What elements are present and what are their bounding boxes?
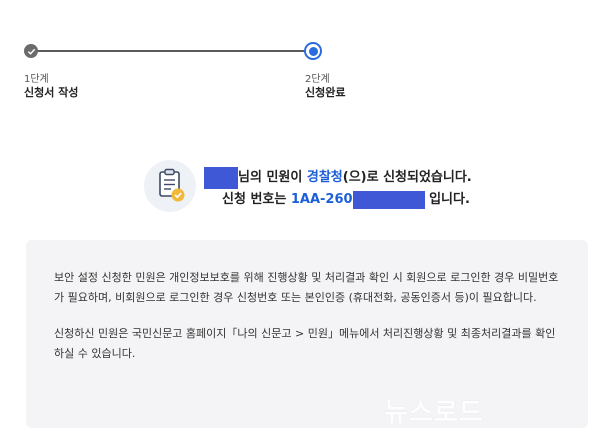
result-line-2: 신청 번호는 1AA-260 입니다. xyxy=(222,188,470,209)
notice-box: 보안 설정 신청한 민원은 개인정보보호를 위해 진행상황 및 처리결과 확인 … xyxy=(26,240,588,428)
progress-stepper: 1단계 신청서 작성 2단계 신청완료 xyxy=(0,0,600,110)
clipboard-check-icon xyxy=(144,160,196,212)
step-2-number: 2단계 xyxy=(305,74,330,85)
news-watermark: 뉴스로드 xyxy=(384,398,484,428)
notice-paragraph-status: 신청하신 민원은 국민신문고 홈페이지「나의 신문고 > 민원」메뉴에서 처리진… xyxy=(54,327,556,360)
step-2-name: 신청완료 xyxy=(305,86,346,99)
step-1-check-icon xyxy=(24,44,38,58)
step-2-active-icon xyxy=(304,42,322,60)
step-1-name: 신청서 작성 xyxy=(24,86,79,99)
applicant-suffix-text: 님의 민원이 xyxy=(238,170,307,185)
application-number-prefix: 신청 번호는 xyxy=(222,192,291,207)
application-number: 1AA-260 xyxy=(290,192,353,207)
stepper-track xyxy=(30,50,314,52)
agency-name: 경찰청 xyxy=(306,170,343,185)
application-number-suffix: 입니다. xyxy=(424,192,470,207)
completion-message: 님의 민원이 경찰청(으)로 신청되었습니다. 신청 번호는 1AA-260 입… xyxy=(0,150,600,220)
step-1-number: 1단계 xyxy=(24,74,49,85)
result-line-1-tail: (으)로 신청되었습니다. xyxy=(342,170,472,185)
redacted-application-number xyxy=(352,190,425,209)
redacted-applicant-name xyxy=(204,166,238,189)
result-line-1: 님의 민원이 경찰청(으)로 신청되었습니다. xyxy=(204,166,472,189)
notice-paragraph-security: 보안 설정 신청한 민원은 개인정보보호를 위해 진행상황 및 처리결과 확인 … xyxy=(54,271,559,304)
